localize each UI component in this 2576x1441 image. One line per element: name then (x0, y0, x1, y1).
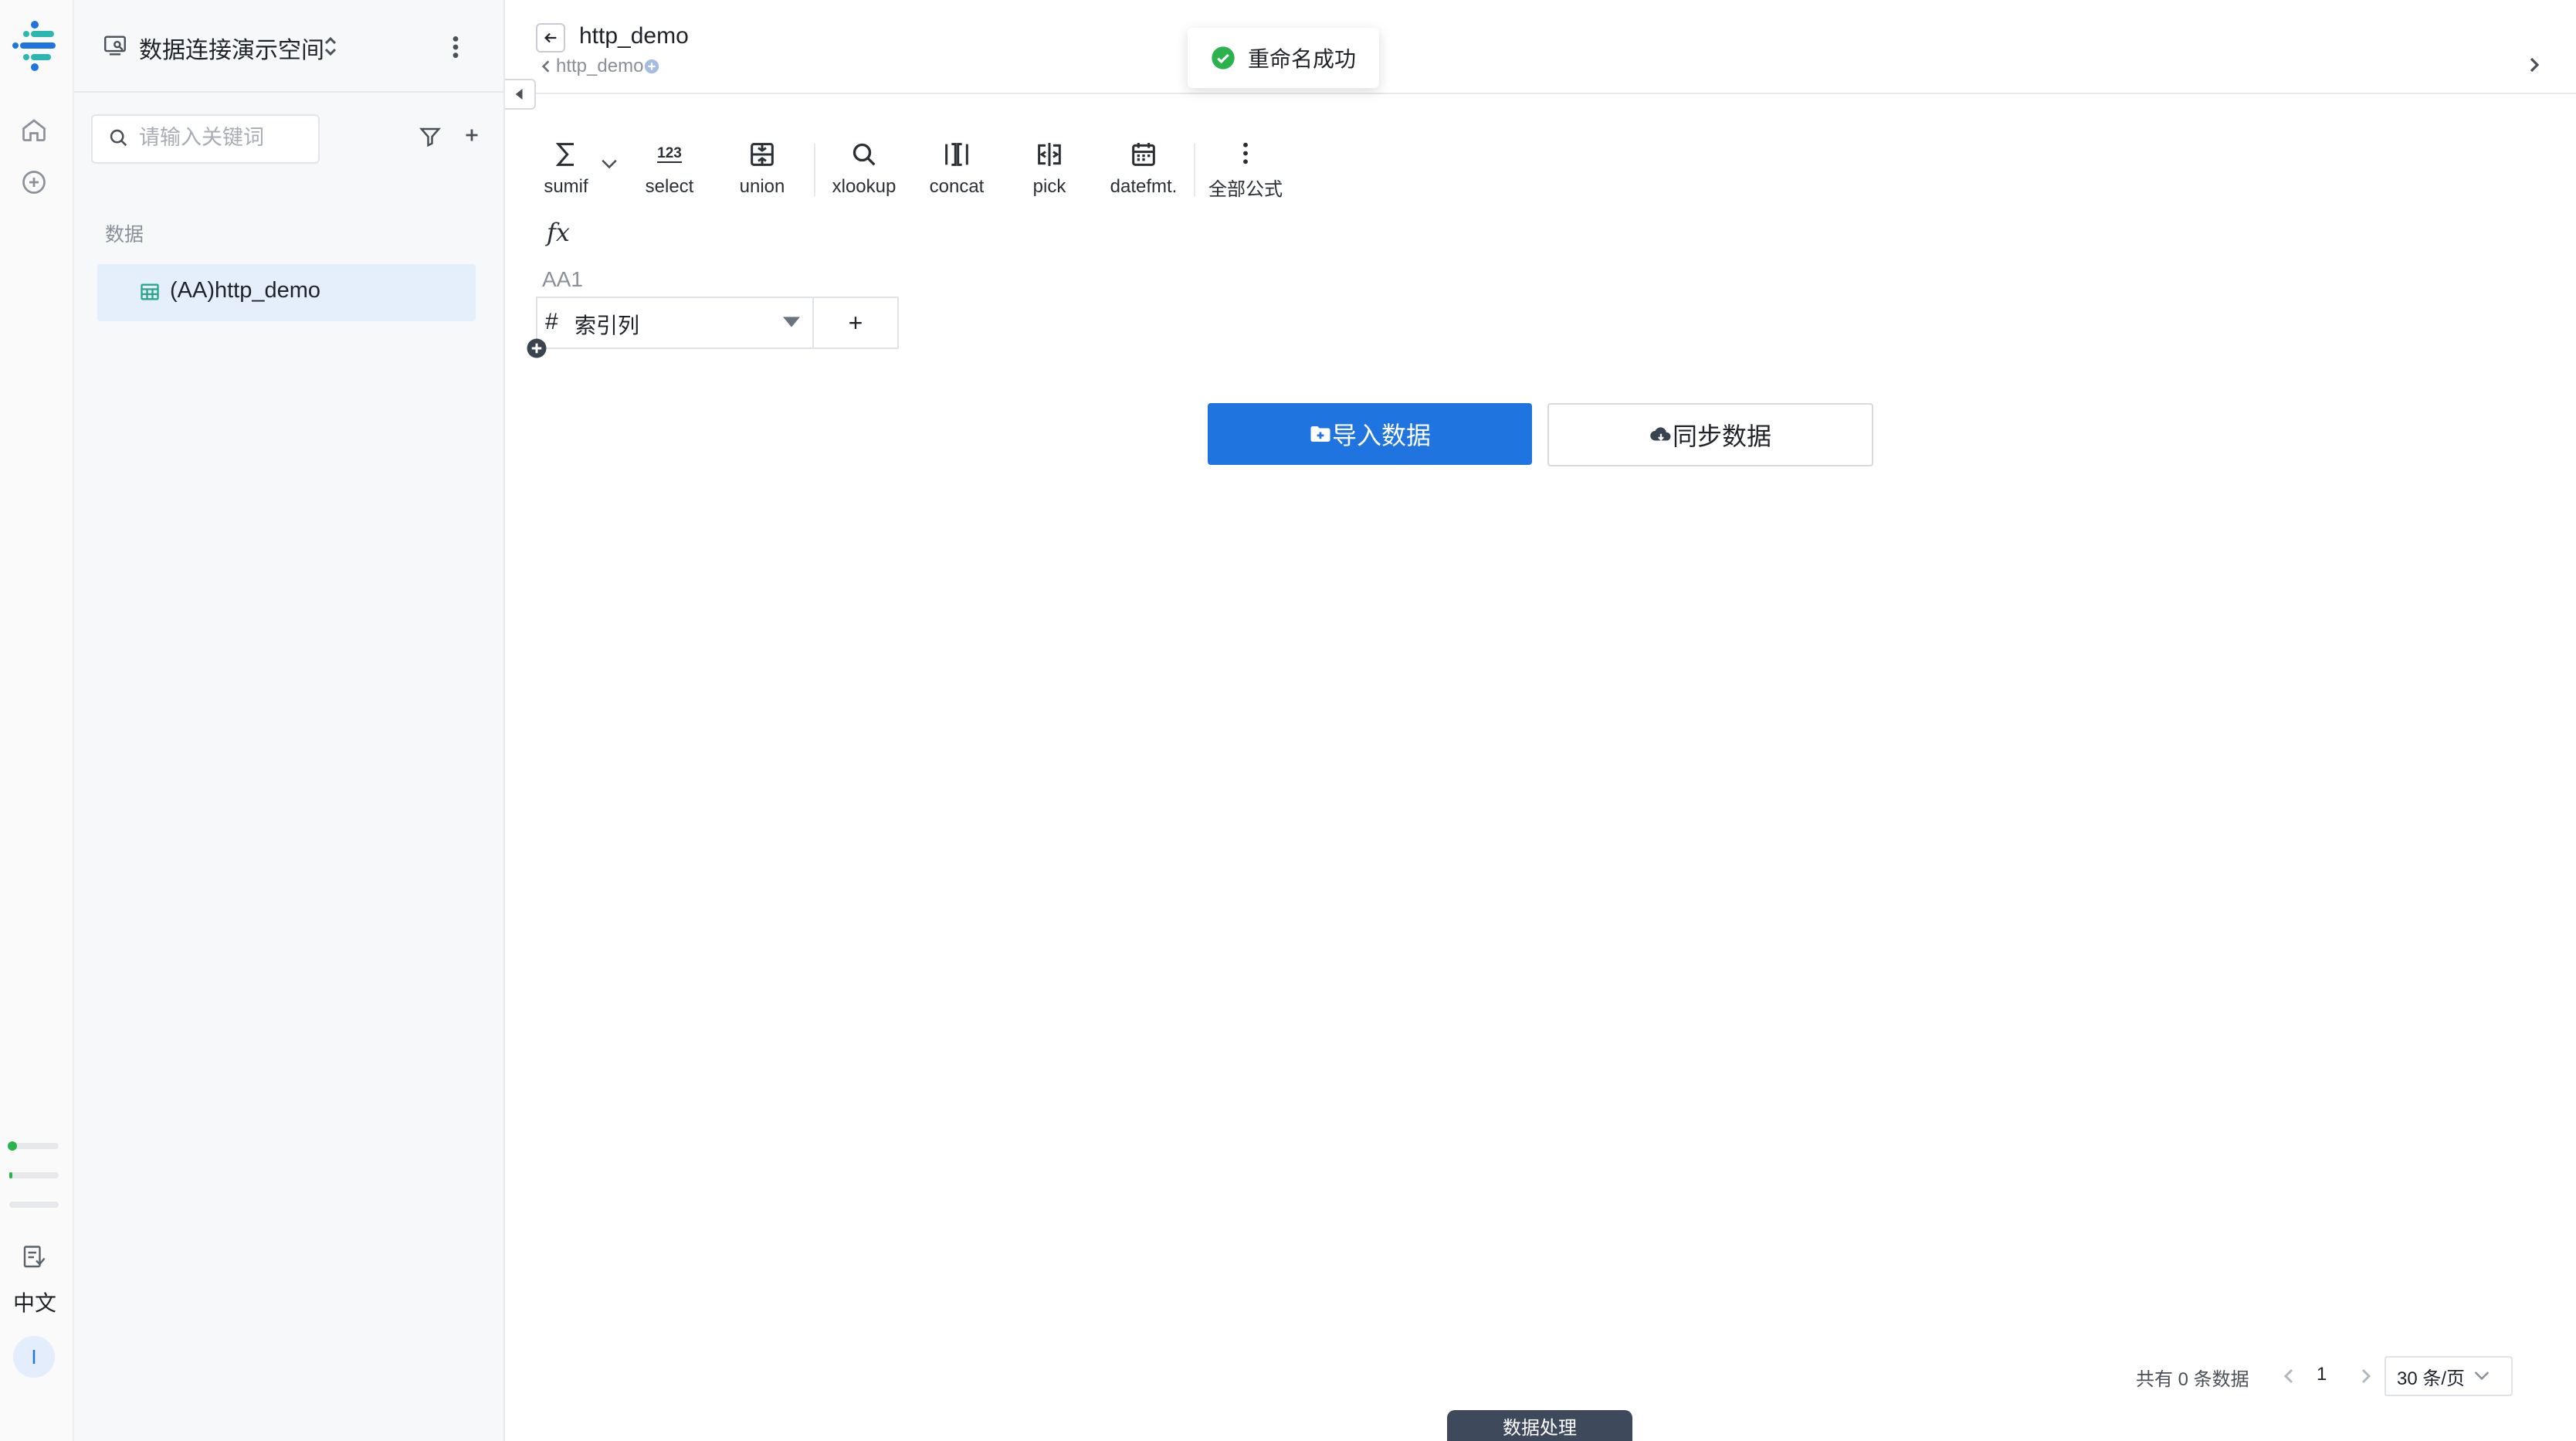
add-circle-icon (645, 59, 659, 74)
bottom-tab-data-processing[interactable]: 数据处理 (1447, 1410, 1632, 1441)
more-vertical-icon[interactable] (448, 34, 463, 60)
column-header[interactable]: # 索引列 (536, 297, 814, 349)
filter-icon[interactable] (419, 125, 442, 148)
workspace-icon (102, 32, 128, 59)
concat-icon (945, 143, 968, 166)
tool-union[interactable]: union (720, 139, 805, 201)
cloud-sync-icon (1650, 427, 1671, 441)
search-input[interactable] (139, 116, 309, 159)
folder-add-icon (1310, 426, 1330, 442)
status-dot (8, 1141, 17, 1151)
add-column-button[interactable]: + (812, 297, 899, 349)
tool-label: sumif (544, 176, 588, 197)
app-logo-icon[interactable] (8, 19, 62, 73)
toolbar-divider (1194, 144, 1195, 196)
breadcrumb-label: http_demo (556, 56, 644, 76)
workspace-header: 数据连接演示空间 (74, 0, 503, 93)
number-123-icon: 123 (657, 145, 682, 163)
tool-label: select (645, 176, 694, 197)
page-size-label: 30 条/页 (2397, 1368, 2466, 1389)
add-icon[interactable] (460, 124, 483, 147)
svg-text:123: 123 (657, 145, 682, 161)
chevron-down-icon (2474, 1371, 2490, 1381)
status-bar (8, 1141, 59, 1151)
toolbar-divider (814, 144, 815, 196)
sidebar: 数据连接演示空间 数据 (AA)http_demo (74, 0, 505, 1441)
status-bar (9, 1172, 59, 1178)
hash-icon: # (545, 309, 558, 334)
next-page-button[interactable] (2360, 1367, 2372, 1385)
sumif-dropdown-icon[interactable] (601, 159, 618, 170)
breadcrumb[interactable]: http_demo (541, 56, 660, 77)
workspace-name[interactable]: 数据连接演示空间 (139, 31, 324, 65)
arrow-left-icon (544, 32, 557, 43)
tool-datefmt[interactable]: datefmt. (1101, 139, 1186, 201)
pagination-total: 共有 0 条数据 (2136, 1369, 2249, 1390)
tree-item-label: (AA)http_demo (170, 278, 321, 303)
caret-down-icon[interactable] (783, 317, 800, 327)
tool-label: datefmt. (1110, 176, 1178, 197)
avatar[interactable]: I (13, 1336, 55, 1378)
toast-message: 重命名成功 (1248, 47, 1357, 71)
tree-item-http-demo[interactable]: (AA)http_demo (97, 264, 476, 321)
calendar-icon (1132, 143, 1155, 166)
caret-left-icon (515, 89, 523, 100)
column-header-label: 索引列 (575, 314, 640, 337)
table-icon (139, 281, 161, 303)
tool-label: concat (929, 176, 985, 197)
prev-page-button[interactable] (2283, 1367, 2295, 1385)
chevron-left-icon (541, 60, 550, 73)
status-bar (9, 1202, 59, 1208)
import-data-button[interactable]: 导入数据 (1208, 403, 1532, 465)
tool-label: 全部公式 (1208, 179, 1283, 200)
search-box (91, 114, 320, 164)
collapse-sidebar-button[interactable] (505, 79, 536, 110)
tool-sumif[interactable]: sumif (524, 139, 608, 201)
page-title: http_demo (579, 23, 689, 49)
search-icon (852, 143, 876, 166)
sync-data-label: 同步数据 (1672, 422, 1771, 450)
sigma-icon (555, 143, 574, 166)
page-size-select[interactable]: 30 条/页 (2384, 1356, 2513, 1396)
pick-icon (1038, 143, 1061, 166)
tool-all-formulas[interactable]: 全部公式 (1203, 139, 1288, 201)
current-page[interactable]: 1 (2317, 1364, 2327, 1385)
import-data-label: 导入数据 (1331, 422, 1431, 449)
top-bar: http_demo http_demo (505, 0, 2576, 94)
formula-fx-icon[interactable]: fx (547, 218, 570, 247)
section-label: 数据 (105, 224, 144, 246)
union-icon (751, 143, 774, 166)
toast-notification: 重命名成功 (1188, 28, 1379, 88)
language-switch[interactable]: 中文 (0, 1287, 69, 1317)
docs-icon[interactable] (20, 1243, 48, 1271)
cell-reference: AA1 (542, 267, 583, 291)
more-vertical-icon (1243, 142, 1248, 164)
tool-xlookup[interactable]: xlookup (822, 139, 907, 201)
tool-label: union (739, 176, 785, 197)
search-icon (108, 127, 130, 149)
tool-label: pick (1032, 176, 1066, 197)
sync-data-button[interactable]: 同步数据 (1547, 403, 1873, 466)
main-panel: http_demo http_demo sumif 123 select uni… (505, 0, 2576, 1441)
tool-select[interactable]: 123 select (627, 139, 712, 201)
back-button[interactable] (536, 23, 565, 53)
chevron-left-icon (2283, 1368, 2293, 1384)
success-check-icon (1212, 46, 1235, 70)
home-icon[interactable] (20, 116, 48, 144)
workspace-switch-icon[interactable] (321, 34, 340, 59)
chevron-right-icon[interactable] (2528, 56, 2540, 74)
left-rail: 中文 I (0, 0, 74, 1441)
add-row-icon[interactable] (525, 337, 548, 360)
tool-concat[interactable]: concat (914, 139, 999, 201)
add-circle-icon[interactable] (20, 168, 48, 196)
tool-label: xlookup (832, 176, 897, 197)
status-fill (9, 1172, 12, 1178)
tool-pick[interactable]: pick (1007, 139, 1092, 201)
chevron-right-icon (2361, 1368, 2371, 1384)
